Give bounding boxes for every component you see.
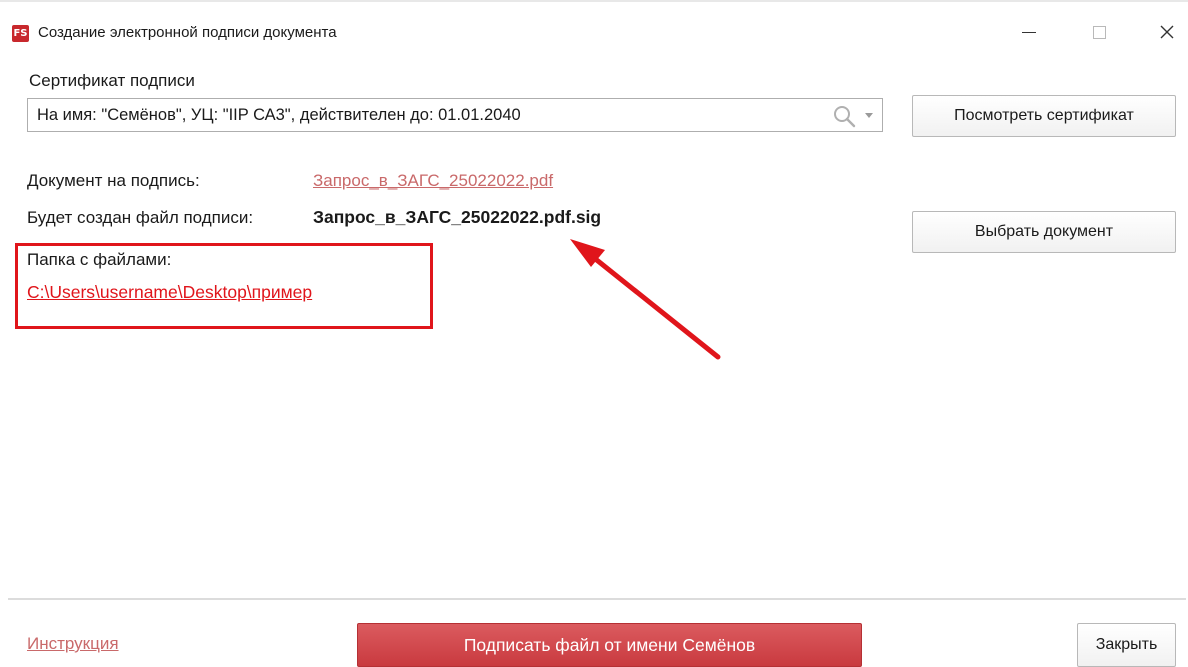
app-logo-icon: FS [12, 25, 29, 42]
folder-path-link[interactable]: C:\Users\username\Desktop\пример [27, 282, 312, 303]
close-icon [1160, 25, 1174, 39]
close-window-button[interactable] [1144, 16, 1188, 48]
instruction-link[interactable]: Инструкция [27, 634, 119, 654]
document-file-link[interactable]: Запрос_в_ЗАГС_25022022.pdf [313, 171, 553, 191]
footer-separator [8, 598, 1186, 600]
certificate-select[interactable]: На имя: "Семёнов", УЦ: "IIP СА3", действ… [27, 98, 883, 132]
certificate-label: Сертификат подписи [29, 71, 195, 90]
certificate-value: На имя: "Семёнов", УЦ: "IIP СА3", действ… [37, 106, 521, 124]
search-icon[interactable] [832, 104, 856, 133]
document-label: Документ на подпись: [27, 171, 200, 190]
minimize-icon [1022, 31, 1036, 33]
minimize-button[interactable] [1006, 16, 1052, 48]
maximize-button[interactable] [1076, 16, 1122, 48]
top-edge [0, 0, 1188, 2]
signature-dialog: FS Создание электронной подписи документ… [0, 0, 1188, 667]
close-button[interactable]: Закрыть [1077, 623, 1176, 667]
signature-file-label: Будет создан файл подписи: [27, 208, 254, 227]
signature-file-name: Запрос_в_ЗАГС_25022022.pdf.sig [313, 207, 602, 227]
dropdown-arrow-icon[interactable] [865, 113, 873, 118]
folder-label: Папка с файлами: [27, 250, 172, 269]
window-title: Создание электронной подписи документа [38, 24, 337, 41]
sign-file-button[interactable]: Подписать файл от имени Семёнов [357, 623, 862, 667]
choose-document-button[interactable]: Выбрать документ [912, 211, 1176, 253]
view-certificate-button[interactable]: Посмотреть сертификат [912, 95, 1176, 137]
title-bar: FS Создание электронной подписи документ… [0, 10, 1188, 54]
maximize-icon [1092, 25, 1106, 39]
